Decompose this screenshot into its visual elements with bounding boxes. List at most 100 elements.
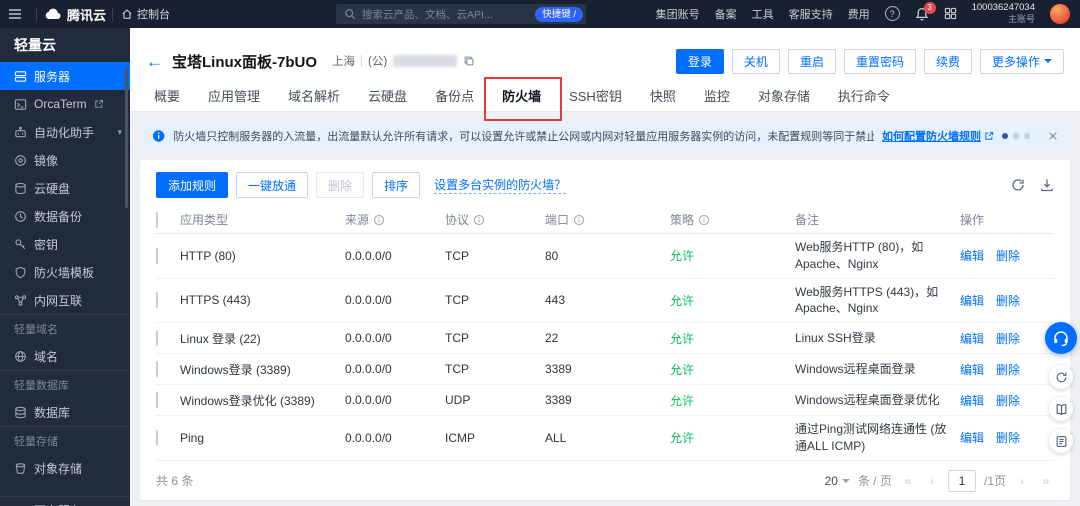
account-info[interactable]: 100036247034 主账号 — [972, 2, 1035, 24]
tab-cloud-disk[interactable]: 云硬盘 — [354, 80, 421, 111]
sidebar-item-ssh-keys[interactable]: 密钥 — [0, 230, 130, 258]
edit-link[interactable]: 编辑 — [960, 429, 984, 446]
reset-password-button[interactable]: 重置密码 — [843, 48, 916, 74]
delete-link[interactable]: 删除 — [996, 392, 1020, 409]
edit-link[interactable]: 编辑 — [960, 292, 984, 309]
topbar-link-billing[interactable]: 费用 — [848, 6, 870, 22]
sidebar-item-vpc-peering[interactable]: 内网互联 — [0, 286, 130, 314]
topbar-link-group-account[interactable]: 集团账号 — [656, 6, 700, 22]
next-page-button[interactable]: › — [1014, 474, 1030, 488]
delete-link[interactable]: 删除 — [996, 429, 1020, 446]
hamburger-menu-button[interactable] — [0, 0, 30, 28]
tab-run-commands[interactable]: 执行命令 — [824, 80, 904, 111]
delete-link[interactable]: 删除 — [996, 361, 1020, 378]
sidebar-item-data-backup[interactable]: 数据备份 — [0, 202, 130, 230]
row-checkbox[interactable] — [156, 330, 158, 347]
table-row: HTTPS (443) 0.0.0.0/0 TCP 443 允许 Web服务HT… — [156, 279, 1054, 324]
delete-link[interactable]: 删除 — [996, 247, 1020, 264]
search-input[interactable]: 搜索云产品、文档、云API... 快捷键 / — [336, 4, 586, 24]
prev-page-button[interactable]: ‹ — [924, 474, 940, 488]
sidebar-item-object-storage[interactable]: 对象存储 — [0, 454, 130, 482]
delete-link[interactable]: 删除 — [996, 292, 1020, 309]
tab-backup-points[interactable]: 备份点 — [421, 80, 488, 111]
tab-object-storage[interactable]: 对象存储 — [744, 80, 824, 111]
survey-button[interactable] — [1049, 429, 1073, 453]
page-number-input[interactable]: 1 — [947, 469, 976, 492]
sidebar-item-label: 服务器 — [34, 69, 71, 84]
delete-link[interactable]: 删除 — [996, 330, 1020, 347]
console-home-link[interactable]: 控制台 — [121, 6, 170, 22]
select-all-checkbox[interactable] — [156, 211, 158, 228]
carousel-dot-2[interactable] — [1013, 133, 1019, 139]
copy-ip-button[interactable] — [463, 55, 475, 67]
tab-monitoring[interactable]: 监控 — [690, 80, 744, 111]
row-checkbox[interactable] — [156, 392, 158, 409]
tab-overview[interactable]: 概要 — [140, 80, 194, 111]
banner-close-button[interactable] — [1048, 131, 1058, 141]
help-icon[interactable]: ? — [884, 6, 900, 22]
add-rule-button[interactable]: 添加规则 — [156, 172, 229, 198]
sidebar-item-automation-assistant[interactable]: 自动化助手 ▾ — [0, 118, 130, 146]
avatar[interactable] — [1050, 3, 1070, 24]
cell-source: 0.0.0.0/0 — [345, 362, 392, 377]
row-checkbox[interactable] — [156, 292, 158, 309]
topbar-link-tools[interactable]: 工具 — [752, 6, 774, 22]
last-page-button[interactable]: » — [1038, 474, 1054, 488]
page-size-select[interactable]: 20 — [825, 474, 850, 488]
first-page-button[interactable]: « — [900, 474, 916, 488]
edit-link[interactable]: 编辑 — [960, 330, 984, 347]
sort-button[interactable]: 排序 — [372, 172, 421, 198]
topbar-link-support[interactable]: 客服支持 — [789, 6, 833, 22]
allow-all-button[interactable]: 一键放通 — [236, 172, 309, 198]
sidebar-item-database[interactable]: 数据库 — [0, 398, 130, 426]
row-checkbox[interactable] — [156, 361, 158, 378]
sidebar-item-orcaterm[interactable]: OrcaTerm — [0, 90, 130, 118]
restart-label: 重启 — [799, 54, 824, 69]
row-checkbox[interactable] — [156, 247, 158, 264]
brand-logo[interactable]: 腾讯云 — [45, 5, 106, 24]
sidebar-item-firewall-templates[interactable]: 防火墙模板 — [0, 258, 130, 286]
edit-link[interactable]: 编辑 — [960, 247, 984, 264]
shutdown-button[interactable]: 关机 — [731, 48, 780, 74]
info-icon[interactable] — [373, 214, 385, 226]
edit-link[interactable]: 编辑 — [960, 392, 984, 409]
login-button[interactable]: 登录 — [675, 48, 724, 74]
multi-instance-firewall-link[interactable]: 设置多台实例的防火墙？ — [434, 176, 567, 194]
row-checkbox[interactable] — [156, 429, 158, 446]
info-icon[interactable] — [473, 214, 485, 226]
notifications-button[interactable]: 3 — [915, 1, 936, 21]
shortcut-badge[interactable]: 快捷键 / — [535, 6, 583, 22]
documentation-button[interactable] — [1049, 397, 1073, 421]
image-disc-icon — [15, 154, 26, 166]
delete-rules-button[interactable]: 删除 — [316, 172, 365, 198]
renew-button[interactable]: 续费 — [923, 48, 972, 74]
topbar-link-icp[interactable]: 备案 — [715, 6, 737, 22]
banner-text: 防火墙只控制服务器的入流量，出流量默认允许所有请求，可以设置允许或禁止公网或内网… — [173, 131, 874, 143]
info-icon[interactable] — [573, 214, 585, 226]
restart-button[interactable]: 重启 — [787, 48, 836, 74]
download-button[interactable] — [1040, 178, 1054, 192]
info-icon[interactable] — [698, 214, 710, 226]
tab-firewall[interactable]: 防火墙 — [484, 77, 563, 121]
sidebar-scrollbar[interactable] — [125, 68, 128, 208]
sidebar-item-cloud-disk[interactable]: 云硬盘 — [0, 174, 130, 202]
tab-snapshots[interactable]: 快照 — [636, 80, 690, 111]
tab-ssh-keys[interactable]: SSH密钥 — [555, 80, 636, 111]
apps-grid-button[interactable] — [944, 7, 957, 20]
edit-link[interactable]: 编辑 — [960, 361, 984, 378]
sidebar-item-images[interactable]: 镜像 — [0, 146, 130, 174]
tab-app-management[interactable]: 应用管理 — [194, 80, 274, 111]
carousel-dot-3[interactable] — [1024, 133, 1030, 139]
cell-protocol: TCP — [445, 248, 469, 263]
sidebar-item-more[interactable]: 更多服务 — [0, 496, 130, 506]
feedback-button[interactable] — [1049, 365, 1073, 389]
firewall-rules-doc-link[interactable]: 如何配置防火墙规则 — [882, 128, 994, 144]
tab-dns[interactable]: 域名解析 — [274, 80, 354, 111]
more-actions-button[interactable]: 更多操作 — [979, 48, 1064, 74]
refresh-button[interactable] — [1011, 178, 1025, 192]
carousel-dot-1[interactable] — [1002, 133, 1008, 139]
sidebar-item-domains[interactable]: 域名 — [0, 342, 130, 370]
back-button[interactable]: ← — [146, 53, 163, 70]
sidebar-item-server[interactable]: 服务器 — [0, 62, 130, 90]
customer-service-button[interactable] — [1045, 322, 1077, 354]
